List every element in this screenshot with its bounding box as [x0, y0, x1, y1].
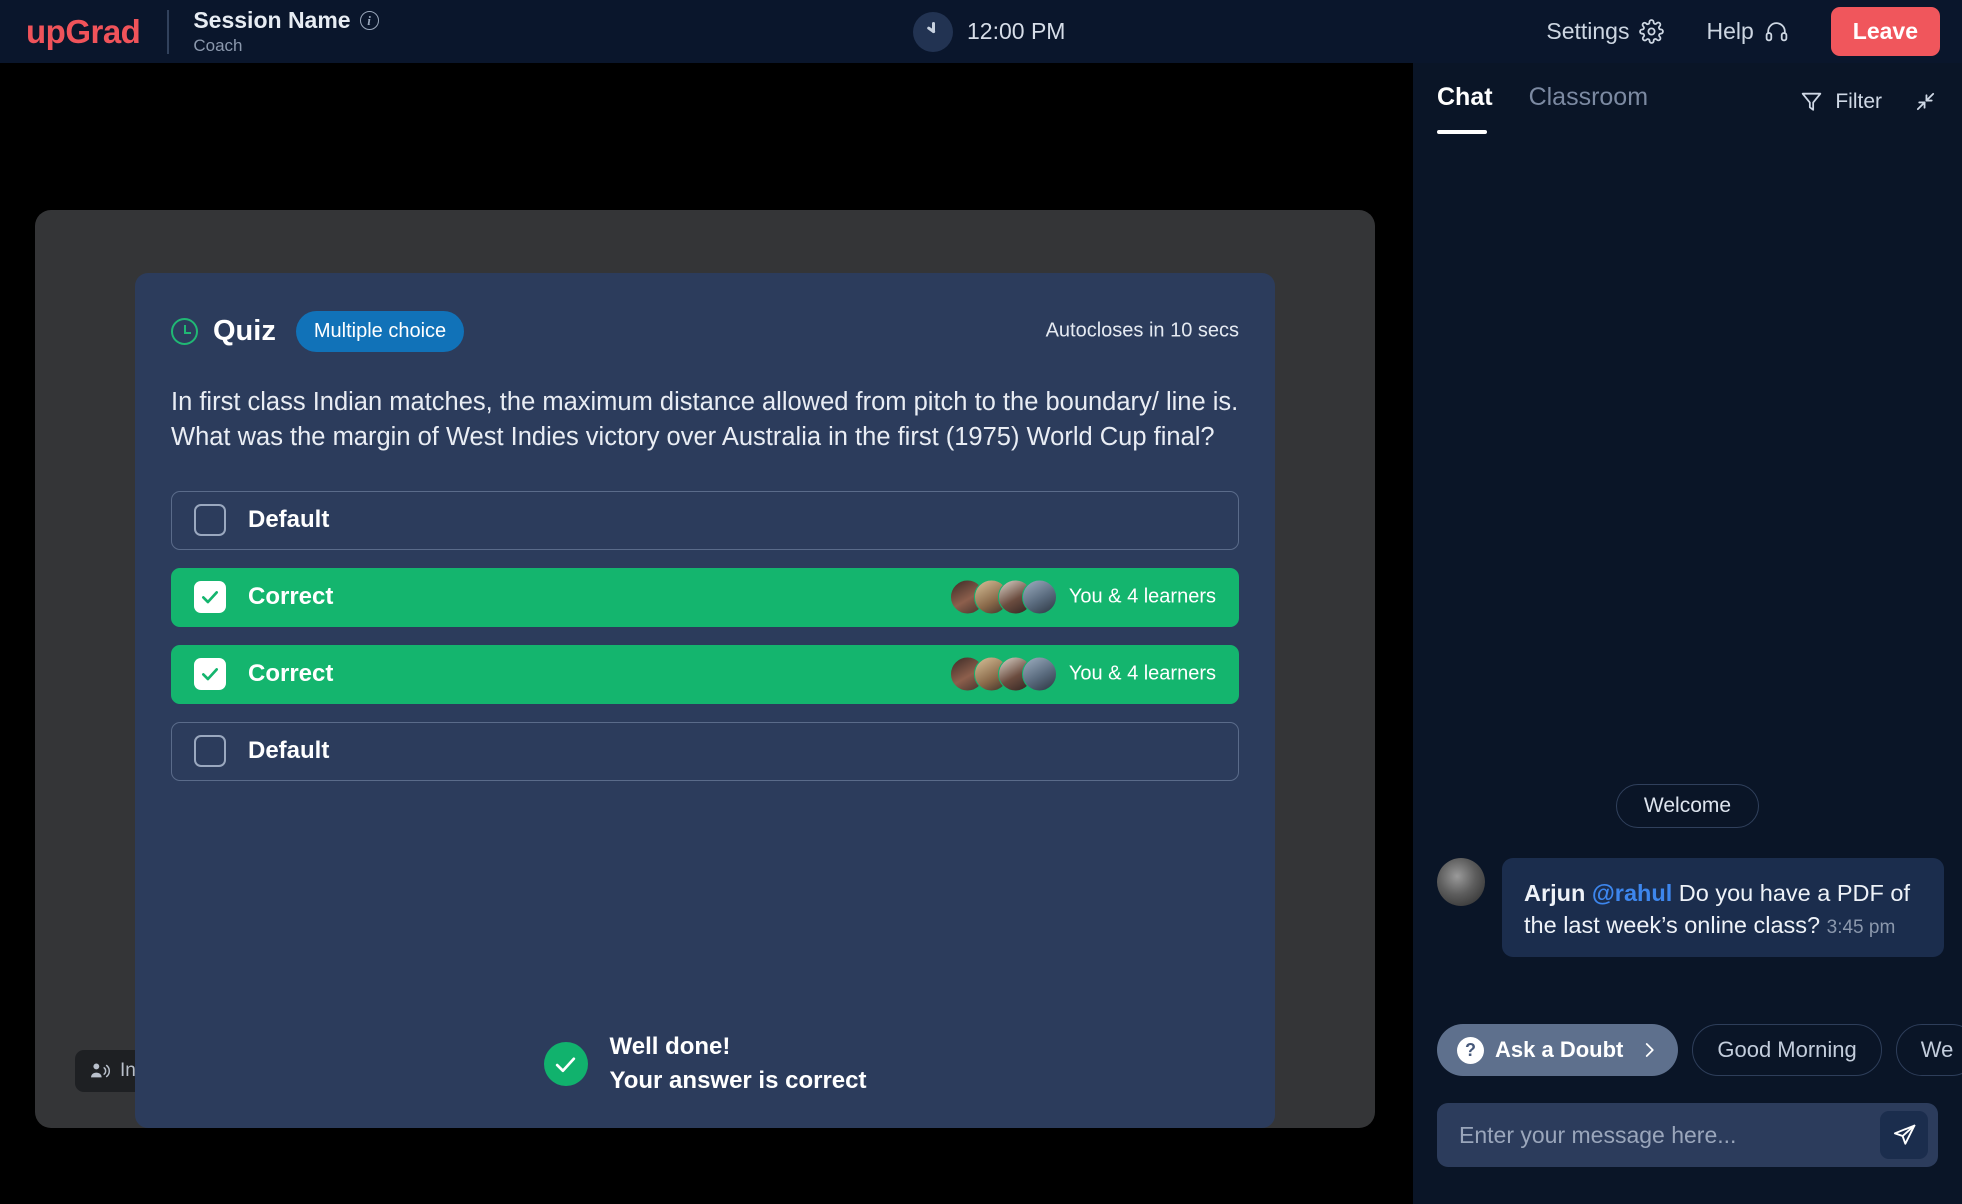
- check-icon: [202, 668, 218, 681]
- chat-panel-header: Chat Classroom Filter: [1413, 63, 1962, 140]
- quiz-option-learner-count: You & 4 learners: [1068, 585, 1216, 608]
- checkbox-unchecked-icon: [194, 504, 226, 537]
- top-bar: upGrad Session Name i Coach 12:00 PM Set…: [0, 0, 1962, 63]
- quiz-option-label: Correct: [248, 583, 334, 611]
- avatar: [1437, 858, 1485, 906]
- quiz-option-4[interactable]: Default: [171, 721, 1239, 781]
- info-icon[interactable]: i: [359, 11, 379, 30]
- avatar-stack: [949, 656, 1057, 692]
- avatar: [1021, 579, 1057, 615]
- avatar-stack: [949, 579, 1057, 615]
- help-label: Help: [1706, 18, 1754, 44]
- tab-chat[interactable]: Chat: [1437, 83, 1493, 134]
- ask-a-doubt-label: Ask a Doubt: [1495, 1037, 1624, 1062]
- quiz-option-learner-count: You & 4 learners: [1068, 662, 1216, 685]
- quiz-timer-icon: [171, 317, 198, 345]
- quiz-feedback: Well done! Your answer is correct: [135, 1033, 1275, 1095]
- settings-button[interactable]: Settings: [1546, 18, 1665, 45]
- chat-welcome-pill: Welcome: [1615, 784, 1760, 828]
- chevron-right-icon: [1646, 1043, 1655, 1057]
- quiz-option-2[interactable]: Correct You & 4 learners: [171, 567, 1239, 627]
- check-icon: [202, 591, 218, 604]
- quiz-header: Quiz Multiple choice Autocloses in 10 se…: [171, 307, 1239, 355]
- chat-message-time: 3:45 pm: [1826, 916, 1896, 938]
- headset-icon: [1765, 22, 1788, 42]
- chat-message-bubble: Arjun @rahul Do you have a PDF of the la…: [1502, 858, 1944, 958]
- good-morning-chip[interactable]: Good Morning: [1692, 1024, 1882, 1076]
- question-mark-icon: ?: [1457, 1036, 1484, 1064]
- gear-icon: [1639, 19, 1665, 44]
- ask-a-doubt-chip[interactable]: ? Ask a Doubt: [1437, 1024, 1679, 1076]
- chat-panel: Chat Classroom Filter Welcome Arjun @rah…: [1413, 63, 1962, 1204]
- brand-logo[interactable]: upGrad: [26, 12, 141, 51]
- quiz-options-list: Default Correct You & 4 learners Correct…: [171, 490, 1239, 781]
- help-button[interactable]: Help: [1706, 18, 1788, 45]
- quiz-option-label: Default: [248, 506, 330, 534]
- session-role: Coach: [193, 36, 243, 55]
- tab-classroom[interactable]: Classroom: [1529, 83, 1648, 120]
- check-icon: [555, 1056, 576, 1072]
- speaking-person-icon: [91, 1063, 111, 1078]
- filter-label: Filter: [1835, 89, 1882, 113]
- quiz-feedback-title: Well done!: [609, 1033, 731, 1060]
- filter-icon: [1802, 92, 1822, 111]
- welcome-chip[interactable]: We: [1895, 1024, 1962, 1076]
- filter-button[interactable]: Filter: [1787, 81, 1894, 122]
- video-stage: Instructor Quiz Multiple choice Autoclos…: [0, 63, 1413, 1204]
- collapse-panel-button[interactable]: [1904, 81, 1946, 123]
- success-check-icon: [543, 1042, 588, 1086]
- quiz-option-label: Correct: [248, 660, 334, 688]
- session-clock: 12:00 PM: [913, 0, 1065, 63]
- leave-button[interactable]: Leave: [1830, 7, 1940, 56]
- quiz-option-respondents: You & 4 learners: [949, 579, 1216, 615]
- settings-label: Settings: [1546, 18, 1630, 44]
- chat-message-sender: Arjun: [1524, 880, 1586, 906]
- send-icon: [1893, 1124, 1915, 1145]
- chat-message: Arjun @rahul Do you have a PDF of the la…: [1437, 858, 1944, 958]
- chat-message-input[interactable]: [1459, 1121, 1880, 1149]
- quiz-title: Quiz: [213, 314, 276, 347]
- chat-message-mention[interactable]: @rahul: [1592, 880, 1672, 906]
- avatar: [1021, 656, 1057, 692]
- quiz-autoclose-timer: Autocloses in 10 secs: [1045, 319, 1239, 342]
- chat-quick-replies: ? Ask a Doubt Good Morning We: [1437, 1024, 1962, 1076]
- send-message-button[interactable]: [1880, 1111, 1928, 1159]
- clock-icon: [913, 11, 953, 52]
- checkbox-unchecked-icon: [194, 735, 226, 768]
- quiz-option-respondents: You & 4 learners: [949, 656, 1216, 692]
- collapse-icon: [1916, 92, 1934, 111]
- checkbox-checked-icon: [194, 581, 226, 614]
- session-info: Session Name i Coach: [193, 7, 379, 56]
- quiz-feedback-subtitle: Your answer is correct: [609, 1067, 867, 1094]
- session-name: Session Name: [193, 7, 351, 33]
- clock-time: 12:00 PM: [967, 18, 1066, 44]
- quiz-type-badge: Multiple choice: [295, 310, 465, 352]
- chat-composer: [1437, 1103, 1938, 1167]
- checkbox-checked-icon: [194, 658, 226, 691]
- quiz-option-label: Default: [248, 737, 330, 765]
- quiz-option-1[interactable]: Default: [171, 490, 1239, 550]
- brand-logo-text: upGrad: [26, 12, 141, 50]
- quiz-option-3[interactable]: Correct You & 4 learners: [171, 644, 1239, 704]
- top-bar-actions: Settings Help Leave: [1546, 0, 1940, 63]
- quiz-question: In first class Indian matches, the maxim…: [171, 388, 1239, 451]
- app-root: upGrad Session Name i Coach 12:00 PM Set…: [0, 0, 1962, 1204]
- quiz-card: Quiz Multiple choice Autocloses in 10 se…: [135, 273, 1275, 1128]
- header-divider: [167, 9, 170, 54]
